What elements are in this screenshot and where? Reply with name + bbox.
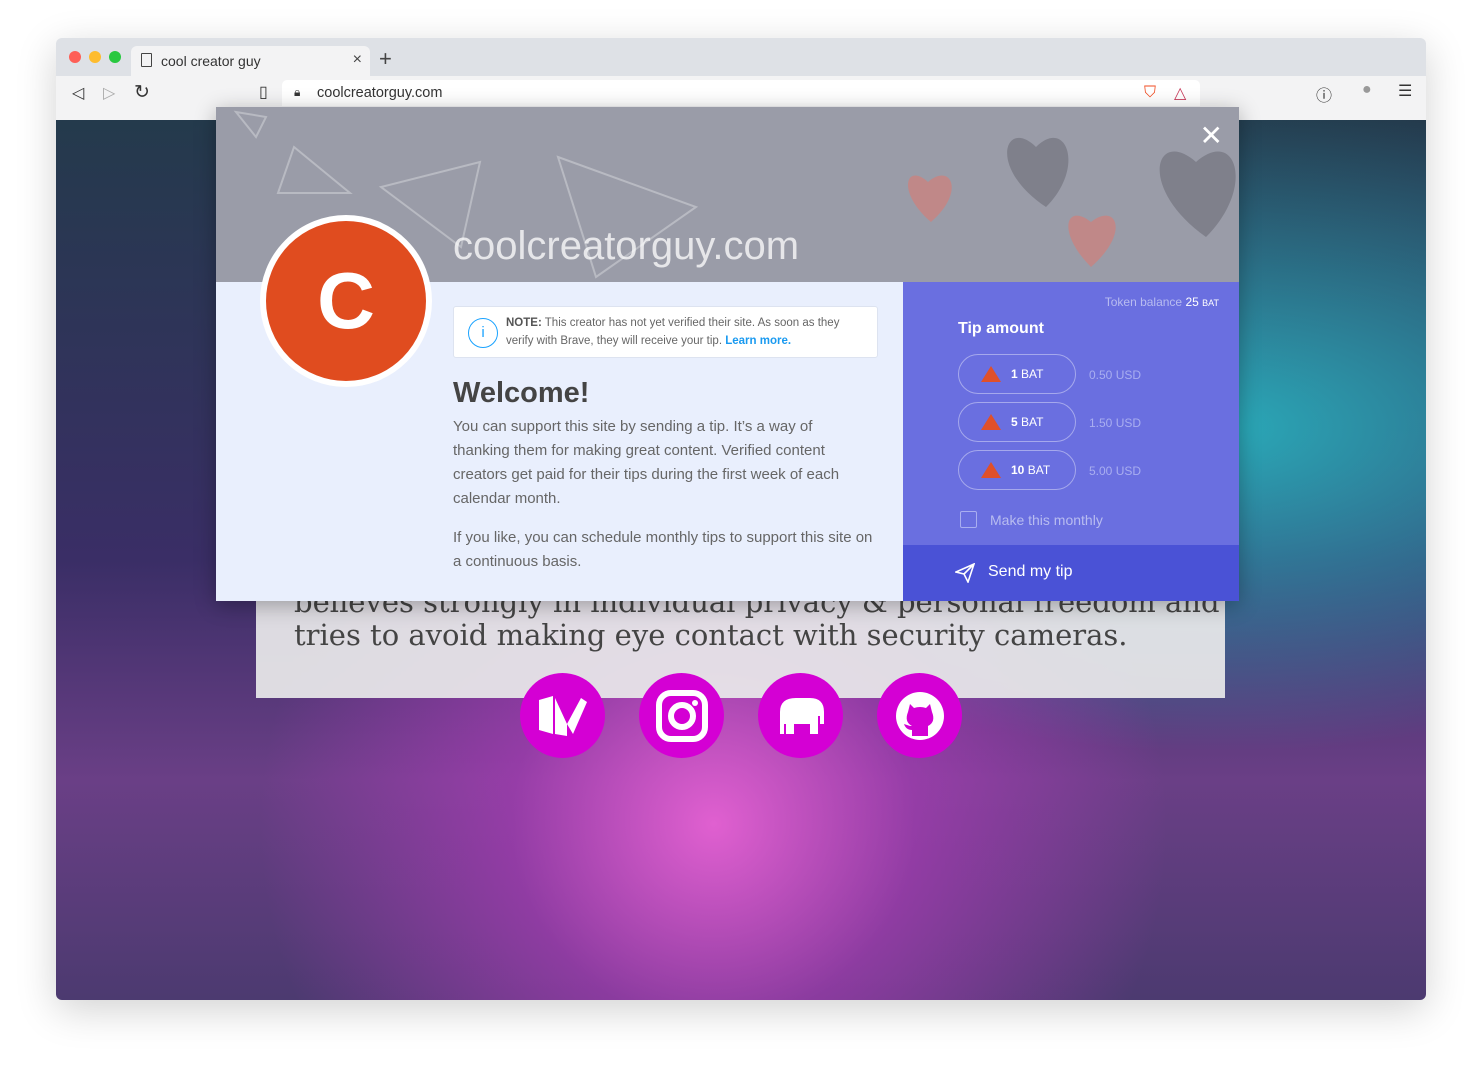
- menu-icon[interactable]: ☰: [1398, 81, 1412, 101]
- site-name: coolcreatorguy.com: [453, 224, 800, 268]
- back-icon[interactable]: ◁: [72, 83, 84, 103]
- mastodon-link[interactable]: [758, 673, 843, 758]
- maximize-window-button[interactable]: [109, 51, 121, 63]
- usd-value: 5.00 USD: [1089, 464, 1142, 478]
- paper-plane-icon: [955, 563, 975, 583]
- close-icon[interactable]: ✕: [1200, 119, 1223, 152]
- bat-icon: [981, 366, 1001, 382]
- unverified-note: i NOTE: This creator has not yet verifie…: [453, 306, 878, 358]
- tip-option-10[interactable]: 10 BAT: [958, 450, 1076, 490]
- amount: 1: [1011, 367, 1018, 381]
- url-text: coolcreatorguy.com: [317, 85, 443, 101]
- github-link[interactable]: [877, 673, 962, 758]
- note-label: NOTE:: [506, 317, 542, 329]
- github-icon: [895, 691, 944, 740]
- unit: BAT: [1021, 367, 1044, 381]
- tab-title: cool creator guy: [161, 53, 261, 69]
- description-paragraph: You can support this site by sending a t…: [453, 418, 840, 507]
- tip-option-1[interactable]: 1 BAT: [958, 354, 1076, 394]
- token-balance: Token balance 25 BAT: [1105, 295, 1219, 309]
- brave-shields-icon[interactable]: ⛉: [1144, 84, 1156, 102]
- balance-label: Token balance: [1104, 295, 1183, 309]
- forward-icon[interactable]: ▷: [103, 83, 115, 103]
- bat-icon: [981, 462, 1001, 478]
- amount: 5: [1011, 415, 1018, 429]
- info-icon: i: [468, 318, 498, 348]
- medium-link[interactable]: [520, 673, 605, 758]
- unit: BAT: [1027, 463, 1051, 477]
- balance-unit: BAT: [1202, 298, 1219, 308]
- description-paragraph: If you like, you can schedule monthly ti…: [453, 529, 873, 570]
- tip-option-5[interactable]: 5 BAT: [958, 402, 1076, 442]
- address-bar[interactable]: 🔒︎ coolcreatorguy.com ⛉ △: [282, 80, 1200, 106]
- bookmark-icon[interactable]: ▯: [259, 82, 268, 102]
- instagram-icon: [655, 689, 708, 742]
- unit: BAT: [1021, 415, 1044, 429]
- reload-icon[interactable]: ↻: [134, 81, 150, 104]
- send-tip-button[interactable]: Send my tip: [903, 545, 1239, 601]
- info-icon[interactable]: ⓘ: [1316, 82, 1332, 106]
- tip-dialog: coolcreatorguy.com ✕ i NOTE: This creato…: [216, 107, 1239, 601]
- welcome-heading: Welcome!: [453, 377, 590, 409]
- amount: 10: [1011, 463, 1025, 477]
- new-tab-button[interactable]: +: [379, 46, 392, 72]
- avatar: C: [260, 215, 432, 387]
- usd-value: 0.50 USD: [1089, 368, 1142, 382]
- browser-window: cool creator guy × + ◁ ▷ ↻ ▯ 🔒︎ coolcrea…: [56, 38, 1426, 1000]
- monthly-label[interactable]: Make this monthly: [990, 512, 1103, 528]
- bio-card: believes strongly in individual privacy …: [256, 585, 1225, 698]
- tab-active[interactable]: cool creator guy ×: [131, 46, 370, 76]
- tip-amount-title: Tip amount: [958, 320, 1044, 337]
- elephant-icon: [779, 697, 824, 734]
- lock-icon: 🔒︎: [294, 85, 301, 99]
- instagram-link[interactable]: [639, 673, 724, 758]
- close-window-button[interactable]: [69, 51, 81, 63]
- learn-more-link[interactable]: Learn more.: [725, 335, 791, 347]
- brave-rewards-icon[interactable]: △: [1174, 83, 1186, 103]
- monthly-checkbox[interactable]: [960, 511, 977, 528]
- tab-bar: cool creator guy × +: [56, 38, 1426, 76]
- profile-avatar[interactable]: ●: [1362, 81, 1372, 99]
- tip-panel: Token balance 25 BAT Tip amount 1 BAT 0.…: [903, 282, 1239, 601]
- balance-value: 25: [1185, 295, 1199, 309]
- page-content: believes strongly in individual privacy …: [56, 107, 1426, 1000]
- close-tab-icon[interactable]: ×: [353, 51, 362, 69]
- document-icon: [141, 53, 152, 67]
- bat-icon: [981, 414, 1001, 430]
- send-tip-label: Send my tip: [988, 563, 1073, 580]
- usd-value: 1.50 USD: [1089, 416, 1142, 430]
- bio-line: tries to avoid making eye contact with s…: [294, 618, 1128, 652]
- medium-icon: [538, 695, 587, 736]
- minimize-window-button[interactable]: [89, 51, 101, 63]
